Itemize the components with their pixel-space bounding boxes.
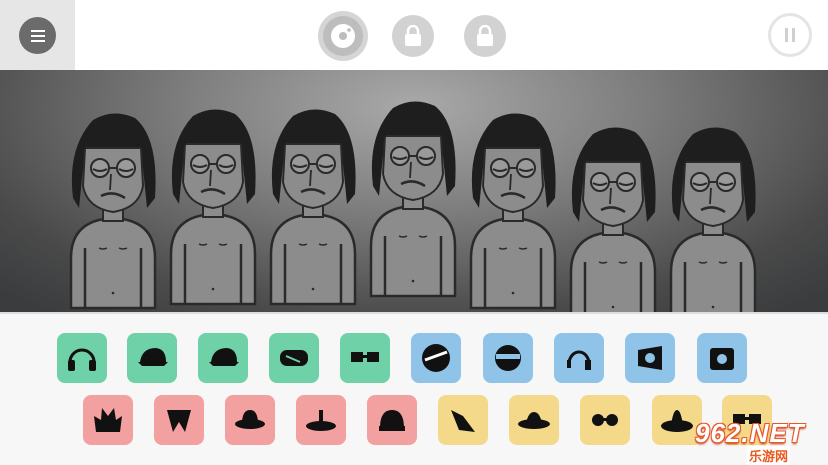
sound-tile-fedora[interactable] [225, 395, 275, 445]
sunglasses-icon [592, 414, 618, 426]
sound-tile-sunglasses[interactable] [580, 395, 630, 445]
performer[interactable] [469, 113, 557, 310]
pause-button[interactable] [768, 13, 812, 57]
locked-bonus-button-2[interactable] [464, 15, 506, 57]
bonus-disc-button[interactable] [318, 11, 368, 61]
sound-tile-disc-hat[interactable] [296, 395, 346, 445]
sound-tile-beanie[interactable] [367, 395, 417, 445]
fedora-icon [235, 410, 265, 429]
glasses-icon [351, 352, 379, 362]
pause-icon [785, 28, 795, 42]
sound-tile-headset[interactable] [554, 333, 604, 383]
performer[interactable] [569, 127, 657, 312]
watermark: 962.NET 乐游网 [695, 418, 821, 465]
sound-tile-headphones[interactable] [57, 333, 107, 383]
performer[interactable] [369, 101, 457, 298]
sound-tile-goggles[interactable] [269, 333, 319, 383]
performer-stage [0, 70, 828, 312]
performer[interactable] [669, 127, 757, 312]
beanie-icon [379, 410, 405, 431]
watermark-subtext: 乐游网 [747, 446, 791, 465]
sound-tile-feather[interactable] [438, 395, 488, 445]
round-visor-icon [495, 345, 521, 371]
visor-icon [422, 344, 450, 372]
feather-icon [451, 410, 475, 432]
sombrero-icon [661, 410, 693, 432]
cap-icon [209, 348, 239, 366]
padlock-icon [405, 25, 421, 46]
sound-tile-round-visor[interactable] [483, 333, 533, 383]
headset-icon [567, 350, 591, 370]
performer[interactable] [169, 109, 257, 306]
disc-hat-icon [306, 410, 336, 431]
sound-tile-straw-hat[interactable] [509, 395, 559, 445]
vinyl-disc-icon [331, 24, 355, 48]
headphones-icon [68, 348, 96, 371]
goggles-icon [280, 350, 308, 366]
performer[interactable] [69, 113, 157, 310]
sound-tile-cap[interactable] [127, 333, 177, 383]
sound-tile-visor[interactable] [411, 333, 461, 383]
sound-tile-boombox[interactable] [697, 333, 747, 383]
sound-tile-3d-glasses[interactable] [340, 333, 390, 383]
performers-layer [69, 101, 757, 312]
menu-button[interactable] [19, 17, 56, 54]
sound-tile-speaker[interactable] [625, 333, 675, 383]
locked-bonus-button-1[interactable] [392, 15, 434, 57]
sound-tile-scarf[interactable] [154, 395, 204, 445]
straw-hat-icon [518, 412, 550, 429]
cap-icon [138, 348, 168, 366]
scarf-icon [167, 410, 191, 432]
hamburger-icon [30, 29, 45, 42]
sound-tile-spiky-hat[interactable] [83, 395, 133, 445]
spiky-hat-icon [94, 408, 122, 432]
padlock-icon [477, 25, 493, 46]
watermark-text: 962.NET [695, 418, 805, 448]
sound-tile-cap-side[interactable] [198, 333, 248, 383]
performer[interactable] [269, 109, 357, 306]
speaker-icon [638, 346, 662, 370]
boombox-icon [710, 348, 734, 370]
